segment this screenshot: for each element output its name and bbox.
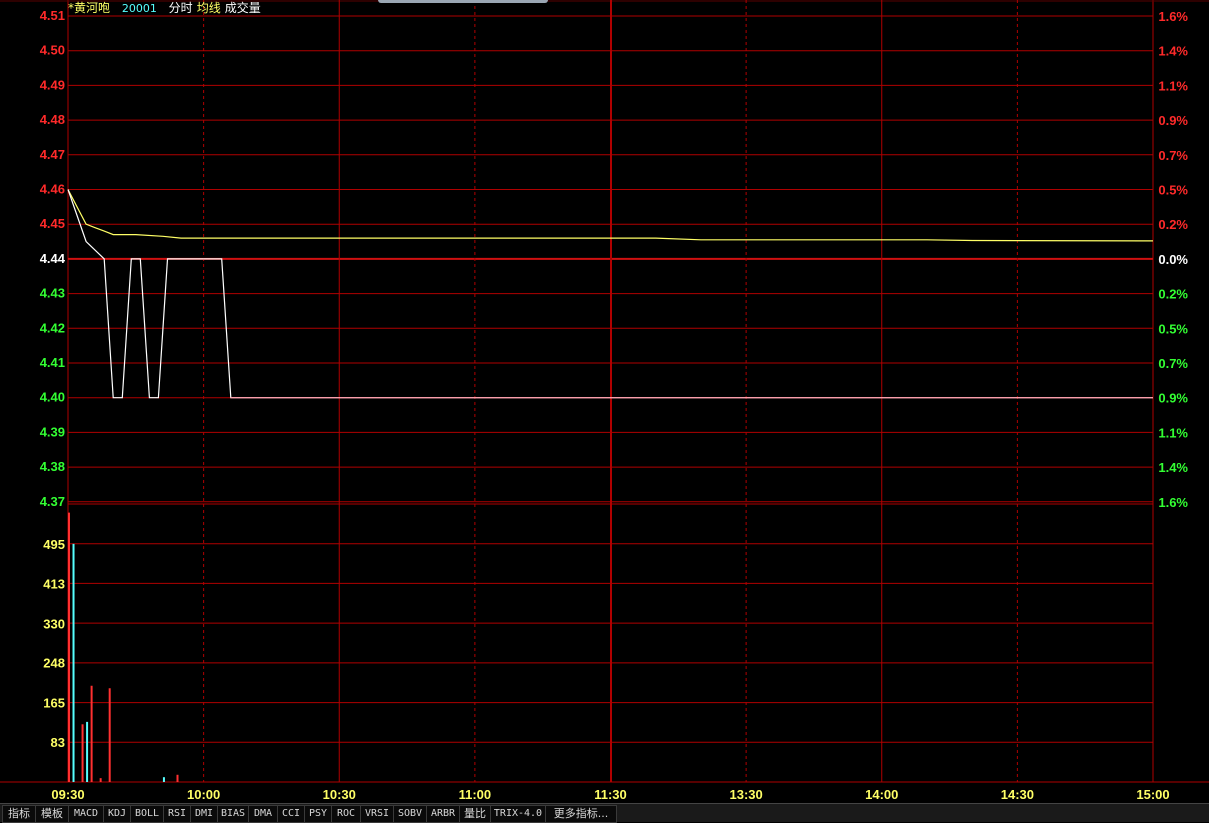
indicator-tab-kdj[interactable]: KDJ xyxy=(103,805,131,823)
percent-tick-label: 0.9% xyxy=(1158,113,1188,128)
percent-tick-label: 1.6% xyxy=(1158,495,1188,510)
volume-tick-label: 83 xyxy=(51,735,65,750)
percent-tick-label: 0.5% xyxy=(1158,183,1188,198)
time-tick-label: 14:00 xyxy=(865,787,898,802)
indicator-tab-boll[interactable]: BOLL xyxy=(130,805,164,823)
chart-grid xyxy=(0,0,1209,783)
price-tick-label: 4.44 xyxy=(40,251,66,266)
percent-tick-label: 0.0% xyxy=(1158,252,1188,267)
indicator-tab-cci[interactable]: CCI xyxy=(277,805,305,823)
volume-tick-label: 330 xyxy=(43,616,65,631)
price-tick-label: 4.37 xyxy=(40,494,65,509)
indicator-tab-sobv[interactable]: SOBV xyxy=(393,805,427,823)
stock-code: 20001 xyxy=(121,2,157,15)
volume-tick-label: 413 xyxy=(43,576,65,591)
price-tick-label: 4.46 xyxy=(40,182,65,197)
indicator-tab-指标[interactable]: 指标 xyxy=(2,805,36,823)
percent-tick-label: 0.2% xyxy=(1158,217,1188,232)
indicator-tab-psy[interactable]: PSY xyxy=(304,805,332,823)
percent-tick-label: 0.5% xyxy=(1158,321,1188,336)
percent-tick-label: 0.7% xyxy=(1158,148,1188,163)
price-tick-label: 4.43 xyxy=(40,286,65,301)
percent-tick-label: 1.4% xyxy=(1158,44,1188,59)
volume-tick-label: 165 xyxy=(43,696,65,711)
time-tick-label: 10:30 xyxy=(323,787,356,802)
percent-tick-label: 1.1% xyxy=(1158,425,1188,440)
price-tick-label: 4.38 xyxy=(40,459,65,474)
volume-tick-label: 248 xyxy=(43,656,65,671)
indicator-tab-bias[interactable]: BIAS xyxy=(217,805,249,823)
price-tick-label: 4.50 xyxy=(40,43,65,58)
price-tick-label: 4.45 xyxy=(40,216,65,231)
price-tick-label: 4.40 xyxy=(40,390,65,405)
indicator-tab-macd[interactable]: MACD xyxy=(68,805,104,823)
time-axis: 09:30 10:00 10:30 11:00 11:30 13:30 14:00 14:30… xyxy=(51,787,1169,802)
indicator-tab-量比[interactable]: 量比 xyxy=(459,805,491,823)
percent-tick-label: 0.7% xyxy=(1158,356,1188,371)
price-tick-label: 4.47 xyxy=(40,147,65,162)
price-tick-label: 4.42 xyxy=(40,320,65,335)
time-tick-label: 11:00 xyxy=(459,787,492,802)
volume-axis: 495 413 330 248 165 83 xyxy=(43,537,65,750)
indicator-tab-dmi[interactable]: DMI xyxy=(190,805,218,823)
indicator-tab-dma[interactable]: DMA xyxy=(248,805,278,823)
time-tick-label: 13:30 xyxy=(730,787,763,802)
volume-bars xyxy=(68,512,179,782)
indicator-tab-vrsi[interactable]: VRSI xyxy=(360,805,394,823)
legend-average: 均线 xyxy=(196,1,221,15)
percent-tick-label: 0.9% xyxy=(1158,391,1188,406)
indicator-tab-rsi[interactable]: RSI xyxy=(163,805,191,823)
chart-header: *黄河咆 20001 分时 均线 成交量 xyxy=(68,1,269,16)
time-tick-label: 09:30 xyxy=(51,787,84,802)
price-tick-label: 4.39 xyxy=(40,424,65,439)
time-tick-label: 14:30 xyxy=(1001,787,1034,802)
indicator-tab-trix-4-0[interactable]: TRIX-4.0 xyxy=(490,805,546,823)
time-tick-label: 10:00 xyxy=(187,787,220,802)
intraday-chart[interactable]: 4.51 4.50 4.49 4.48 4.47 4.46 4.45 4.44 4.43 4.42… xyxy=(0,0,1209,803)
indicator-tab-bar: 指标 模板 MACD KDJ BOLL RSI DMI BIAS DMA CCI PSY ROC VRS… xyxy=(0,803,1209,823)
price-axis-left: 4.51 4.50 4.49 4.48 4.47 4.46 4.45 4.44 4.43 4.42… xyxy=(40,8,66,509)
horizontal-scroll-thumb[interactable] xyxy=(378,0,548,3)
price-tick-label: 4.41 xyxy=(40,355,65,370)
time-tick-label: 11:30 xyxy=(594,787,627,802)
percent-tick-label: 1.4% xyxy=(1158,460,1188,475)
percent-tick-label: 1.1% xyxy=(1158,78,1188,93)
volume-tick-label: 495 xyxy=(43,537,65,552)
indicator-tab-模板[interactable]: 模板 xyxy=(35,805,69,823)
percent-tick-label: 1.6% xyxy=(1158,9,1188,24)
price-tick-label: 4.51 xyxy=(40,8,65,23)
legend-minute: 分时 xyxy=(168,1,193,15)
price-tick-label: 4.48 xyxy=(40,112,65,127)
time-tick-label: 15:00 xyxy=(1136,787,1169,802)
indicator-tab-roc[interactable]: ROC xyxy=(331,805,361,823)
percent-tick-label: 0.2% xyxy=(1158,287,1188,302)
stock-name: *黄河咆 xyxy=(68,1,111,15)
legend-volume: 成交量 xyxy=(224,1,261,15)
percent-axis-right: 1.6% 1.4% 1.1% 0.9% 0.7% 0.5% 0.2% 0.0% 0.2% 0.5%… xyxy=(1158,9,1188,510)
indicator-tab-更多指标-[interactable]: 更多指标... xyxy=(545,805,617,823)
indicator-tab-arbr[interactable]: ARBR xyxy=(426,805,460,823)
price-tick-label: 4.49 xyxy=(40,77,65,92)
